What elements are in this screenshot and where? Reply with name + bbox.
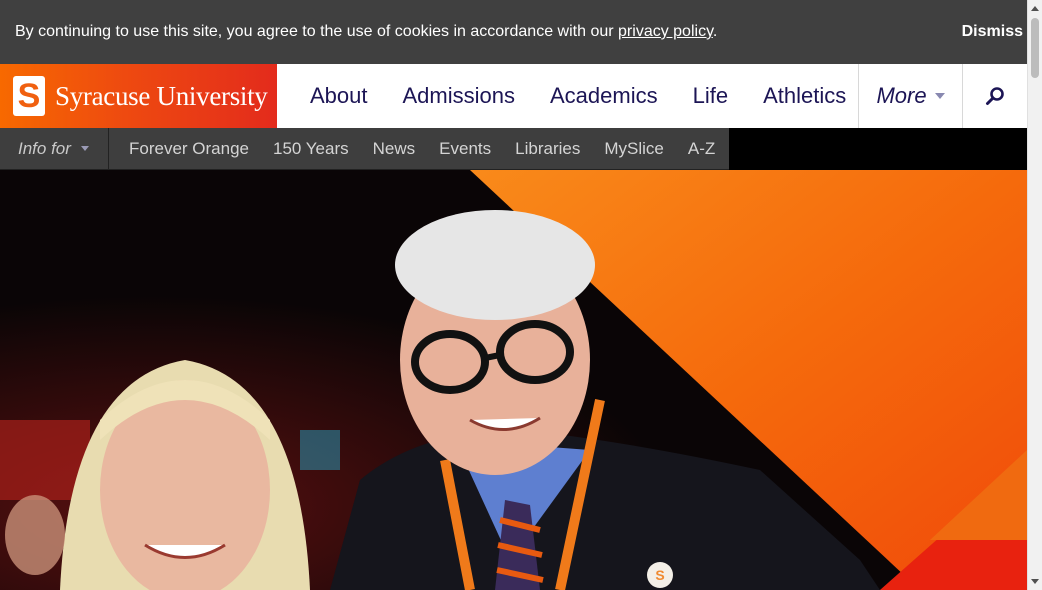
scrollbar-thumb[interactable] xyxy=(1031,18,1039,78)
info-for-label: Info for xyxy=(18,138,71,158)
cookie-text: By continuing to use this site, you agre… xyxy=(15,23,614,40)
nav-academics[interactable]: Academics xyxy=(550,83,658,109)
search-icon xyxy=(986,87,1004,105)
scroll-up-arrow-icon[interactable] xyxy=(1031,6,1039,11)
nav-athletics[interactable]: Athletics xyxy=(763,83,846,109)
primary-nav-links: About Admissions Academics Life Athletic… xyxy=(277,64,858,128)
page-scrollbar[interactable] xyxy=(1027,0,1042,590)
nav-about[interactable]: About xyxy=(310,83,368,109)
link-events[interactable]: Events xyxy=(439,139,491,159)
search-button[interactable] xyxy=(962,64,1027,128)
chevron-down-icon xyxy=(80,146,89,151)
secondary-navigation: Info for Forever Orange 150 Years News E… xyxy=(0,127,729,170)
logo-mark: S xyxy=(13,76,45,116)
quick-links: Forever Orange 150 Years News Events Lib… xyxy=(109,139,715,159)
cookie-message: By continuing to use this site, you agre… xyxy=(15,23,717,41)
link-libraries[interactable]: Libraries xyxy=(515,139,580,159)
site-logo[interactable]: S Syracuse University xyxy=(0,64,277,128)
link-news[interactable]: News xyxy=(373,139,416,159)
cookie-banner: By continuing to use this site, you agre… xyxy=(0,0,1027,64)
hero-photo: S xyxy=(0,170,1027,590)
link-myslice[interactable]: MySlice xyxy=(604,139,664,159)
more-label: More xyxy=(876,83,927,108)
scroll-down-arrow-icon[interactable] xyxy=(1031,579,1039,584)
link-forever-orange[interactable]: Forever Orange xyxy=(129,139,249,159)
badge-letter: S xyxy=(655,567,664,583)
main-navigation: S Syracuse University About Admissions A… xyxy=(0,64,1027,128)
nav-life[interactable]: Life xyxy=(693,83,728,109)
more-menu-button[interactable]: More xyxy=(858,64,962,128)
cookie-period: . xyxy=(712,23,718,40)
hero-image: S xyxy=(0,170,1027,590)
nav-admissions[interactable]: Admissions xyxy=(403,83,515,109)
link-150-years[interactable]: 150 Years xyxy=(273,139,349,159)
chevron-down-icon xyxy=(934,93,945,99)
link-a-z[interactable]: A-Z xyxy=(688,139,715,159)
privacy-policy-link[interactable]: privacy policy xyxy=(618,23,713,40)
info-for-dropdown[interactable]: Info for xyxy=(0,127,109,170)
dismiss-button[interactable]: Dismiss xyxy=(962,23,1023,41)
logo-text: Syracuse University xyxy=(55,80,268,111)
